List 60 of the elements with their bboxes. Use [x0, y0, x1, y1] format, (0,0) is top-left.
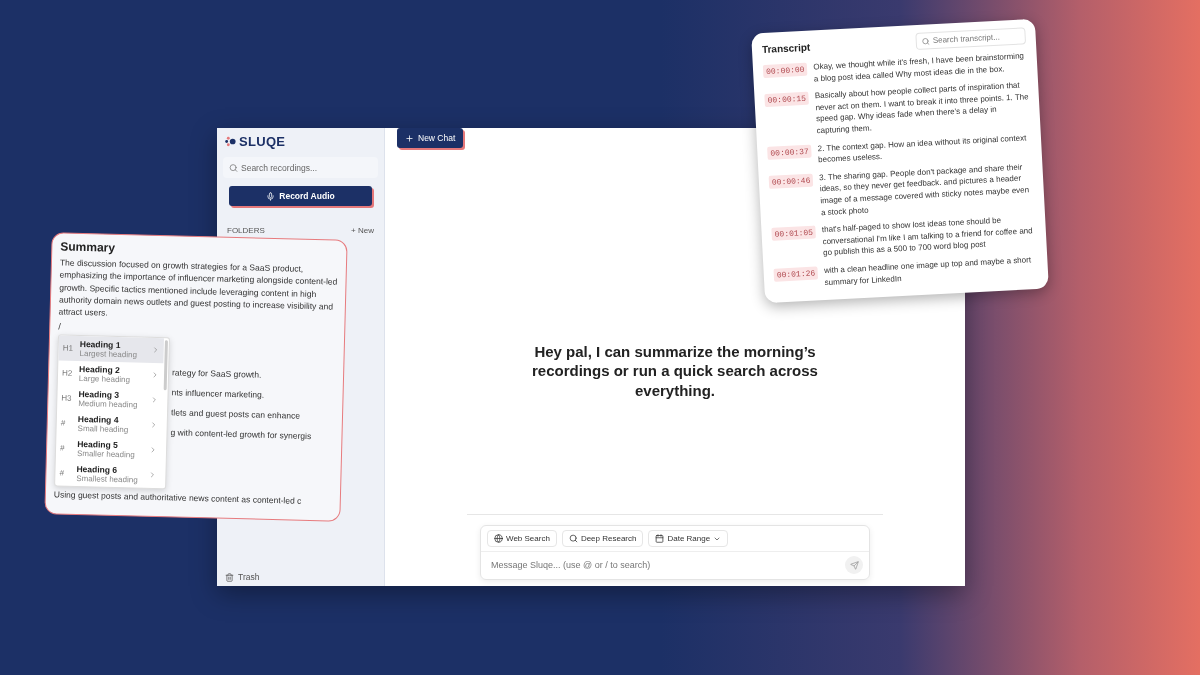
menu-item-label: Heading 5: [77, 438, 119, 450]
summary-line: g with content-led growth for synergis: [170, 426, 312, 441]
timestamp[interactable]: 00:01:05: [771, 225, 817, 241]
trash-icon: [225, 572, 234, 582]
timestamp[interactable]: 00:01:26: [773, 266, 819, 282]
menu-item-label: Heading 4: [77, 413, 119, 425]
calendar-icon: [655, 534, 665, 543]
send-button[interactable]: [845, 556, 863, 574]
globe-icon: [494, 534, 503, 543]
transcript-title: Transcript: [761, 41, 811, 56]
search-icon: [229, 163, 238, 172]
timestamp[interactable]: 00:00:46: [768, 173, 814, 189]
new-folder-link[interactable]: + New: [351, 226, 374, 235]
logo-text: SLUQE: [239, 134, 286, 149]
chevron-right-icon: [151, 345, 160, 355]
logo-icon: [225, 136, 236, 147]
slash-text: /: [58, 320, 62, 333]
heading-icon: H1: [62, 343, 75, 353]
heading-icon: H2: [61, 368, 75, 378]
plus-icon: [405, 133, 414, 143]
menu-item-label: Heading 1: [79, 338, 122, 350]
chevron-right-icon: [149, 420, 158, 430]
summary-line: Using guest posts and authoritative news content as content-led c: [53, 488, 303, 507]
search-icon: [921, 36, 930, 46]
record-audio-button[interactable]: Record Audio: [229, 186, 372, 206]
menu-item-hint: Small heading: [77, 423, 130, 435]
menu-item-hint: Medium heading: [78, 398, 139, 410]
summary-title: Summary: [60, 239, 117, 257]
folders-label: FOLDERS: [227, 226, 265, 235]
menu-item-hint: Smallest heading: [76, 473, 139, 485]
microphone-icon: [266, 191, 276, 201]
search-field[interactable]: Search recordings...: [223, 157, 378, 178]
heading-icon: H3: [61, 393, 74, 403]
send-icon: [849, 560, 859, 570]
heading-icon: #: [60, 443, 73, 453]
timestamp[interactable]: 00:00:15: [764, 91, 810, 108]
new-chat-button[interactable]: New Chat: [397, 128, 464, 148]
transcript-search-field[interactable]: Search transcript...: [915, 27, 1027, 50]
summary-line: nts influencer marketing.: [171, 386, 266, 401]
filter-chip[interactable]: Web Search: [487, 530, 557, 547]
filter-chip[interactable]: Deep Research: [561, 530, 644, 547]
search-icon: [568, 534, 578, 543]
summary-line: rategy for SaaS growth.: [172, 366, 263, 381]
menu-item-label: Heading 6: [76, 463, 118, 475]
menu-item-label: Heading 2: [79, 363, 120, 375]
menu-item-label: Heading 3: [78, 388, 120, 400]
summary-line: tlets and guest posts can enhance: [170, 406, 302, 421]
menu-item-hint: Large heading: [78, 373, 132, 385]
summary-text: The discussion focused on growth strategies for a SaaS product, emphasizing the importance of influencer marketing alongside content-led growth. Specific tactics mentioned include leveraging content in high authority domain news outlets and guest posting to increase visibility and attract users.: [58, 256, 338, 320]
heading-icon: #: [60, 418, 73, 428]
timestamp[interactable]: 00:00:37: [767, 144, 813, 160]
timestamp[interactable]: 00:00:00: [762, 62, 808, 79]
heading-icon: #: [59, 468, 72, 478]
scrollbar[interactable]: [163, 339, 168, 390]
chevron-right-icon: [148, 470, 157, 480]
transcript-text: Okay, we thought while it's fresh, I have been brainstorming a blog post idea called Why most ideas die in the box.: [813, 50, 1026, 83]
greeting-text: Hey pal, I can summarize the morning’s recordings or run a quick search across everything.: [531, 341, 819, 401]
trash-link[interactable]: Trash: [238, 572, 260, 582]
chevron-right-icon: [150, 395, 159, 405]
filter-chip[interactable]: Date Range: [648, 530, 729, 547]
